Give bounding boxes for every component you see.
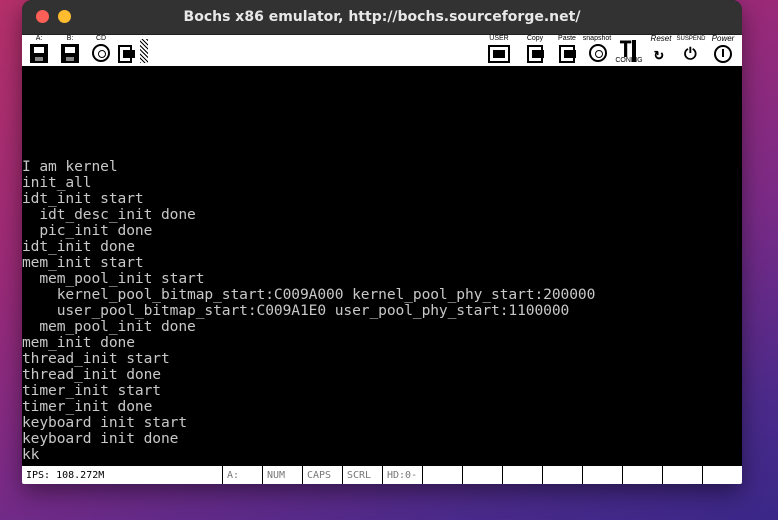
- floppy-b-label: B:: [66, 35, 74, 42]
- console-line: mem_init done: [22, 334, 135, 351]
- console-line: keyboard init start: [22, 414, 188, 431]
- console-line: keyboard init done: [22, 430, 179, 447]
- status-cell-empty: [582, 466, 622, 484]
- reset-icon: ↻: [654, 44, 664, 63]
- suspend-icon: ⏻: [684, 44, 697, 63]
- console-line: thread_init start: [22, 350, 170, 367]
- cdrom-icon: [92, 44, 110, 62]
- snapshot-label: snapshot: [582, 35, 612, 42]
- user-label: USER: [489, 35, 509, 42]
- console-line: I am kernel: [22, 158, 118, 175]
- paste-button[interactable]: Paste: [552, 35, 582, 65]
- power-label: Power: [711, 34, 735, 43]
- suspend-button[interactable]: SUSPEND ⏻: [676, 36, 706, 65]
- console-line: idt_init done: [22, 238, 135, 255]
- vga-screen[interactable]: I am kernel init_all idt_init start idt_de…: [22, 66, 742, 464]
- title-bar[interactable]: Bochs x86 emulator, http://bochs.sourcef…: [22, 0, 742, 35]
- console-line: init_all: [22, 174, 92, 191]
- window-title: Bochs x86 emulator, http://bochs.sourcef…: [183, 9, 581, 25]
- cdrom-label: CD: [95, 35, 107, 42]
- console-line: thread_init done: [22, 366, 161, 383]
- status-cell-empty: [702, 466, 742, 484]
- config-label: CONFIG: [615, 57, 643, 64]
- floppy-b-button[interactable]: B:: [55, 35, 85, 65]
- reset-label: Reset: [650, 34, 672, 43]
- status-cell-empty: [622, 466, 662, 484]
- power-button[interactable]: Power: [708, 34, 738, 65]
- ips-indicator: IPS: 108.272M: [26, 470, 105, 481]
- num-lock-indicator: NUM: [262, 466, 302, 484]
- floppy-a-label: A:: [35, 35, 43, 42]
- user-button[interactable]: USER: [484, 35, 514, 65]
- console-line: mem_pool_init done: [22, 318, 196, 335]
- mouse-icon: [118, 45, 135, 63]
- reset-button[interactable]: Reset ↻: [646, 34, 676, 65]
- keyboard-icon: [488, 45, 510, 63]
- console-line: idt_init start: [22, 190, 144, 207]
- power-icon: [714, 45, 732, 63]
- copy-label: Copy: [526, 35, 544, 42]
- floppy-a-button[interactable]: A:: [24, 35, 54, 65]
- console-line: idt_desc_init done: [22, 206, 196, 223]
- bochs-window: Bochs x86 emulator, http://bochs.sourcef…: [22, 0, 742, 484]
- floppy-drive-icon: [61, 44, 79, 63]
- console-line: kk: [22, 446, 40, 463]
- caps-lock-indicator: CAPS: [302, 466, 342, 484]
- snapshot-button[interactable]: snapshot: [582, 35, 612, 65]
- suspend-label: SUSPEND: [676, 36, 706, 42]
- console-line: mem_init start: [22, 254, 144, 271]
- camera-icon: [589, 44, 607, 62]
- console-output: I am kernel init_all idt_init start idt_de…: [22, 159, 595, 463]
- console-line: user_pool_bitmap_start:C009A1E0 user_poo…: [22, 302, 570, 319]
- status-bar: IPS: 108.272M A: NUM CAPS SCRL HD:0-M: [22, 465, 742, 484]
- hd-indicator: HD:0-M: [382, 466, 422, 484]
- paste-icon: [559, 45, 576, 63]
- console-line: pic_init done: [22, 222, 153, 239]
- status-cell-empty: [422, 466, 462, 484]
- cdrom-button[interactable]: CD: [86, 35, 116, 65]
- paste-label: Paste: [558, 35, 576, 42]
- console-line: timer_init start: [22, 382, 161, 399]
- toolbar-separator: [140, 39, 148, 63]
- console-line: kernel_pool_bitmap_start:C009A000 kernel…: [22, 286, 596, 303]
- config-button[interactable]: T CONFIG: [614, 36, 644, 65]
- status-cell-empty: [502, 466, 542, 484]
- status-cell-empty: [662, 466, 702, 484]
- console-line: timer_init done: [22, 398, 153, 415]
- status-drive-a: A:: [222, 466, 262, 484]
- console-line: mem_pool_init start: [22, 270, 205, 287]
- toolbar: A: B: CD USER Copy Paste snapshot T CONF…: [22, 35, 742, 67]
- copy-icon: [527, 45, 544, 63]
- status-cell-empty: [542, 466, 582, 484]
- status-cell-empty: [462, 466, 502, 484]
- copy-button[interactable]: Copy: [520, 35, 550, 65]
- floppy-drive-icon: [30, 44, 48, 63]
- scroll-lock-indicator: SCRL: [342, 466, 382, 484]
